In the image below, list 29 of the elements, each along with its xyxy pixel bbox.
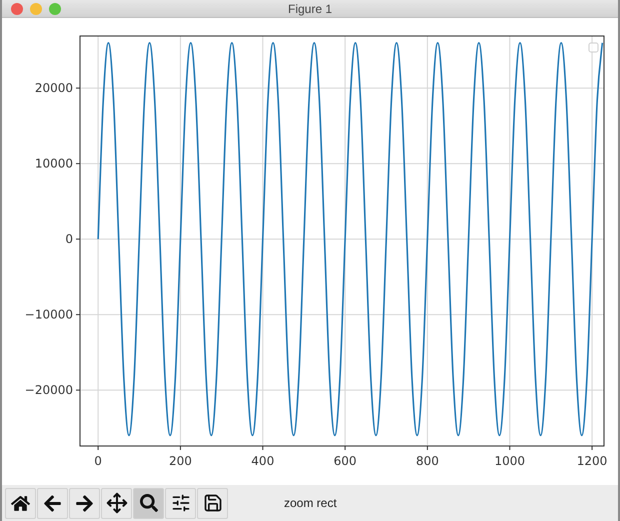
- x-tick-label: 800: [416, 454, 439, 468]
- status-message: zoom rect: [284, 496, 337, 510]
- configure-button[interactable]: [165, 488, 196, 518]
- x-tick-label: 1200: [576, 454, 608, 468]
- search-icon: [140, 494, 158, 512]
- zoom-button[interactable]: [133, 488, 164, 518]
- y-tick-label: 0: [65, 232, 73, 246]
- save-icon: [202, 493, 222, 513]
- back-button[interactable]: [37, 488, 68, 518]
- x-tick-label: 1000: [494, 454, 525, 468]
- forward-icon: [75, 494, 94, 512]
- y-tick-label: 10000: [34, 156, 73, 171]
- x-tick-label: 400: [251, 454, 274, 468]
- home-icon: [11, 494, 30, 512]
- forward-button[interactable]: [69, 488, 100, 518]
- window-title: Figure 1: [288, 2, 332, 16]
- x-tick-label: 200: [168, 454, 192, 468]
- y-tick-label: −10000: [24, 308, 73, 322]
- x-tick-label: 0: [94, 454, 102, 468]
- back-icon: [43, 494, 62, 512]
- y-tick-label: −20000: [24, 383, 73, 398]
- y-tick-label: 20000: [34, 81, 73, 96]
- sliders-icon: [170, 493, 190, 513]
- pan-button[interactable]: [101, 488, 132, 518]
- move-icon: [106, 492, 128, 514]
- home-button[interactable]: [5, 488, 36, 518]
- close-button[interactable]: [11, 2, 23, 14]
- save-button[interactable]: [197, 488, 228, 518]
- x-tick-label: 600: [334, 454, 357, 468]
